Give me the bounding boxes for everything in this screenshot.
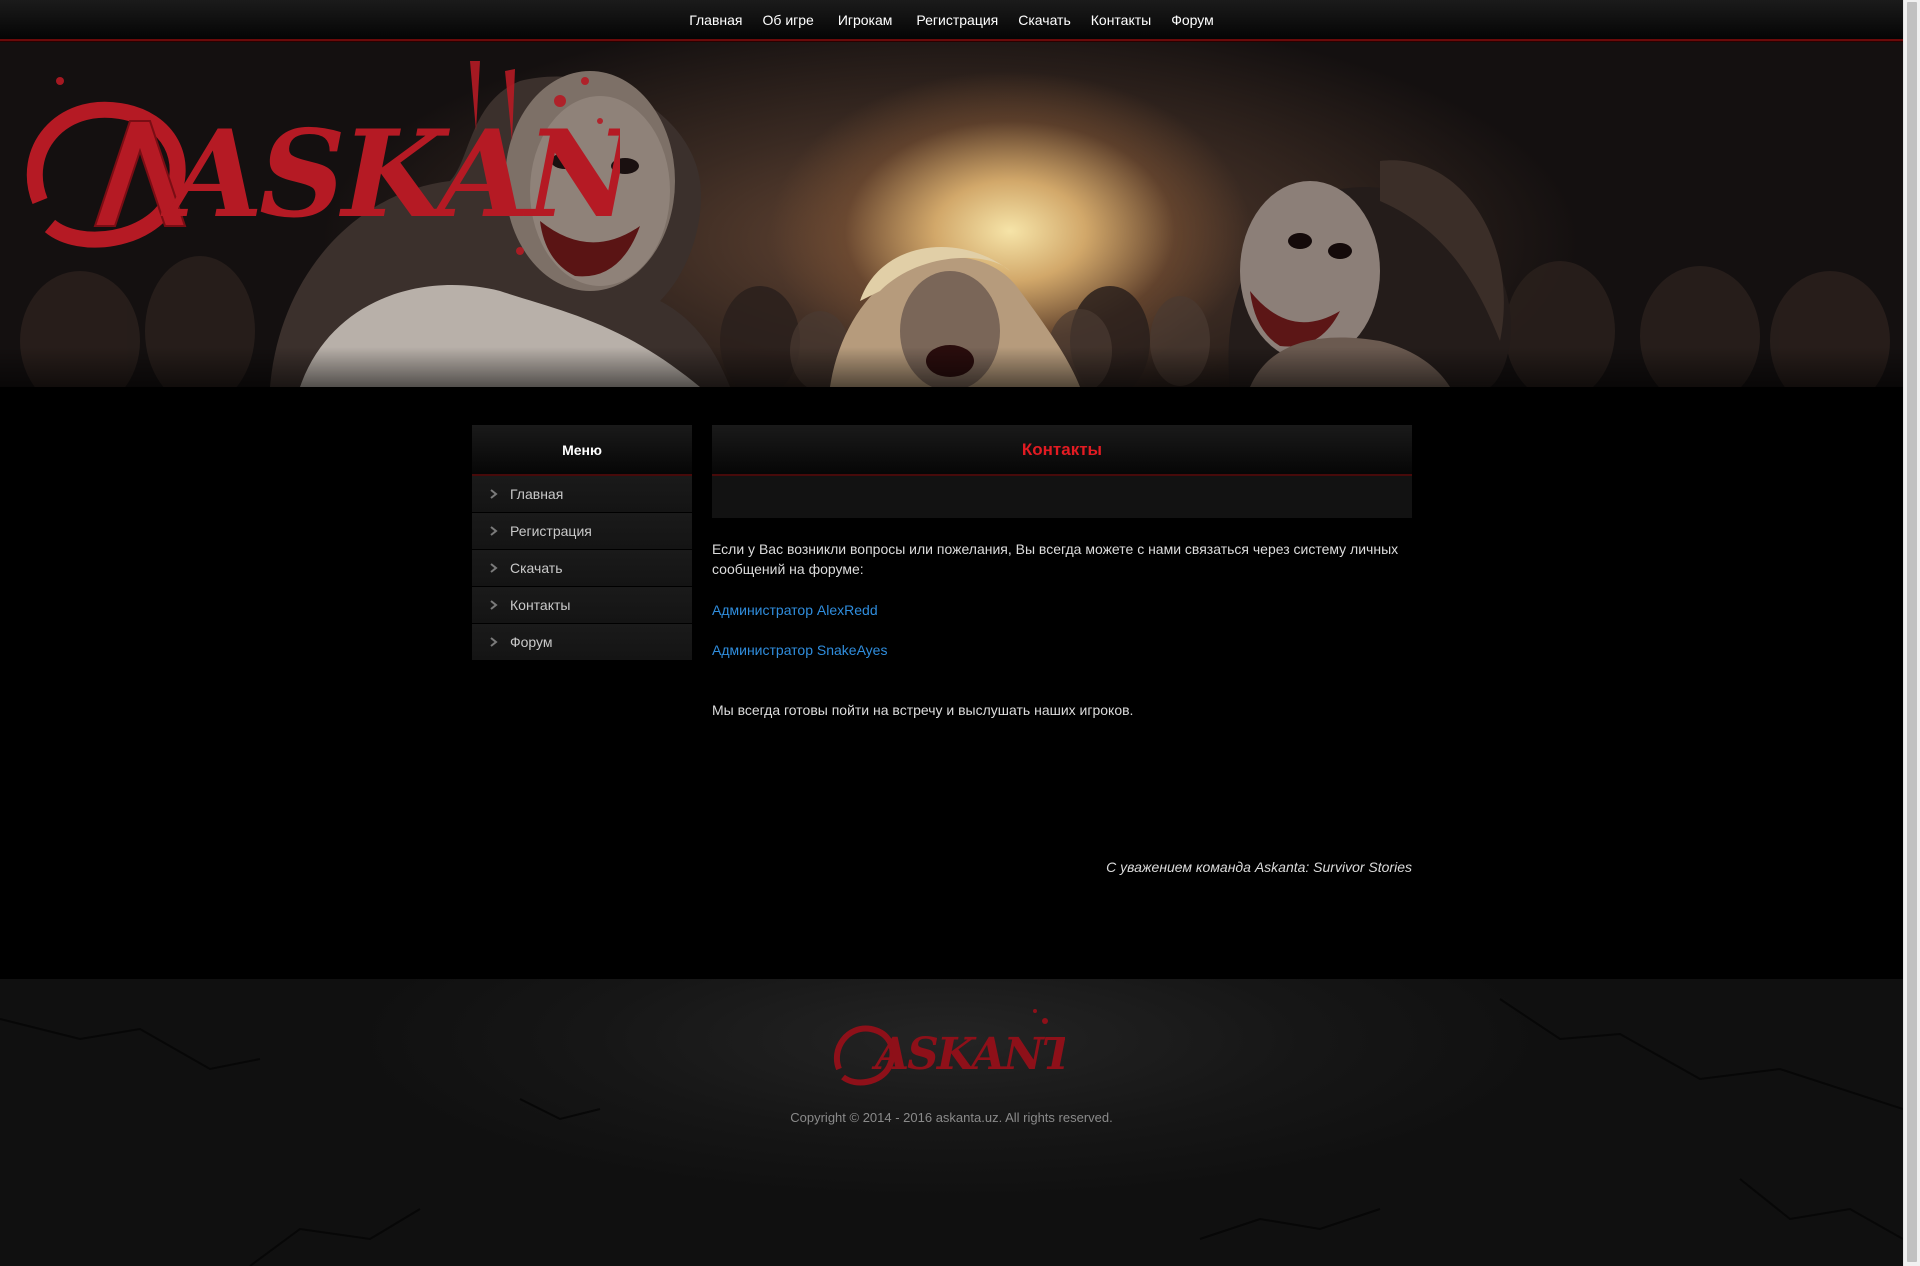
sidebar-item-label: Главная: [510, 486, 564, 502]
sidebar-item-contacts[interactable]: Контакты: [472, 587, 692, 624]
contact-text: Если у Вас возникли вопросы или пожелани…: [712, 518, 1412, 720]
chevron-right-icon: [490, 637, 504, 647]
page-viewport: Главная Об игре Игрокам Регистрация Скач…: [0, 0, 1903, 1266]
chevron-right-icon: [490, 526, 504, 536]
scrollbar-thumb[interactable]: [1907, 2, 1917, 1262]
title-strip: [712, 476, 1412, 518]
sidebar-item-label: Контакты: [510, 597, 571, 613]
sidebar-item-label: Форум: [510, 634, 553, 650]
top-nav-items: Главная Об игре Игрокам Регистрация Скач…: [0, 0, 1903, 39]
content-area: Меню Главная Регистрация Скачать Контакт…: [0, 387, 1903, 979]
chevron-right-icon: [490, 600, 504, 610]
top-nav-download[interactable]: Скачать: [1008, 12, 1081, 28]
sidebar-item-label: Регистрация: [510, 523, 592, 539]
footer: ASKANTA Copyright © 2014 - 2016 askanta.…: [0, 979, 1903, 1266]
top-nav-forum[interactable]: Форум: [1161, 12, 1224, 28]
admin-snakeayes-link[interactable]: Администратор SnakeAyes: [712, 640, 887, 660]
header-banner: ASKANTA: [0, 41, 1903, 387]
top-nav-registration[interactable]: Регистрация: [906, 12, 1008, 28]
admin-alexredd-link[interactable]: Администратор AlexRedd: [712, 600, 878, 620]
intro-paragraph: Если у Вас возникли вопросы или пожелани…: [712, 541, 1399, 577]
sidebar-item-download[interactable]: Скачать: [472, 550, 692, 587]
admin-row: Администратор AlexRedd: [712, 600, 1412, 620]
chevron-right-icon: [490, 489, 504, 499]
banner-fade: [0, 347, 1903, 387]
sidebar-item-home[interactable]: Главная: [472, 476, 692, 513]
banner-logo-text: ASKANTA: [160, 104, 620, 245]
main-content: Контакты Если у Вас возникли вопросы или…: [712, 425, 1412, 720]
sidebar-item-registration[interactable]: Регистрация: [472, 513, 692, 550]
top-navigation: Главная Об игре Игрокам Регистрация Скач…: [0, 0, 1903, 41]
sidebar-title: Меню: [472, 425, 692, 476]
footer-logo: ASKANTA: [834, 1009, 1065, 1086]
admin-row: Администратор SnakeAyes: [712, 640, 1412, 660]
sidebar-menu: Меню Главная Регистрация Скачать Контакт…: [472, 425, 692, 661]
closing-paragraph: Мы всегда готовы пойти на встречу и высл…: [712, 702, 1134, 718]
signature: С уважением команда Askanta: Survivor St…: [1106, 859, 1412, 875]
vertical-scrollbar[interactable]: [1903, 0, 1920, 1266]
page-title: Контакты: [712, 425, 1412, 476]
sidebar-item-forum[interactable]: Форум: [472, 624, 692, 661]
copyright-text: Copyright © 2014 - 2016 askanta.uz. All …: [790, 1110, 1113, 1125]
top-nav-about-game[interactable]: Об игре: [753, 12, 828, 28]
top-nav-contacts[interactable]: Контакты: [1081, 12, 1161, 28]
footer-logo-text: ASKANTA: [871, 1029, 1065, 1080]
chevron-right-icon: [490, 563, 504, 573]
top-nav-home[interactable]: Главная: [679, 12, 752, 28]
top-nav-players[interactable]: Игрокам: [828, 12, 907, 28]
sidebar-item-label: Скачать: [510, 560, 563, 576]
askanta-logo: ASKANTA: [26, 61, 620, 255]
